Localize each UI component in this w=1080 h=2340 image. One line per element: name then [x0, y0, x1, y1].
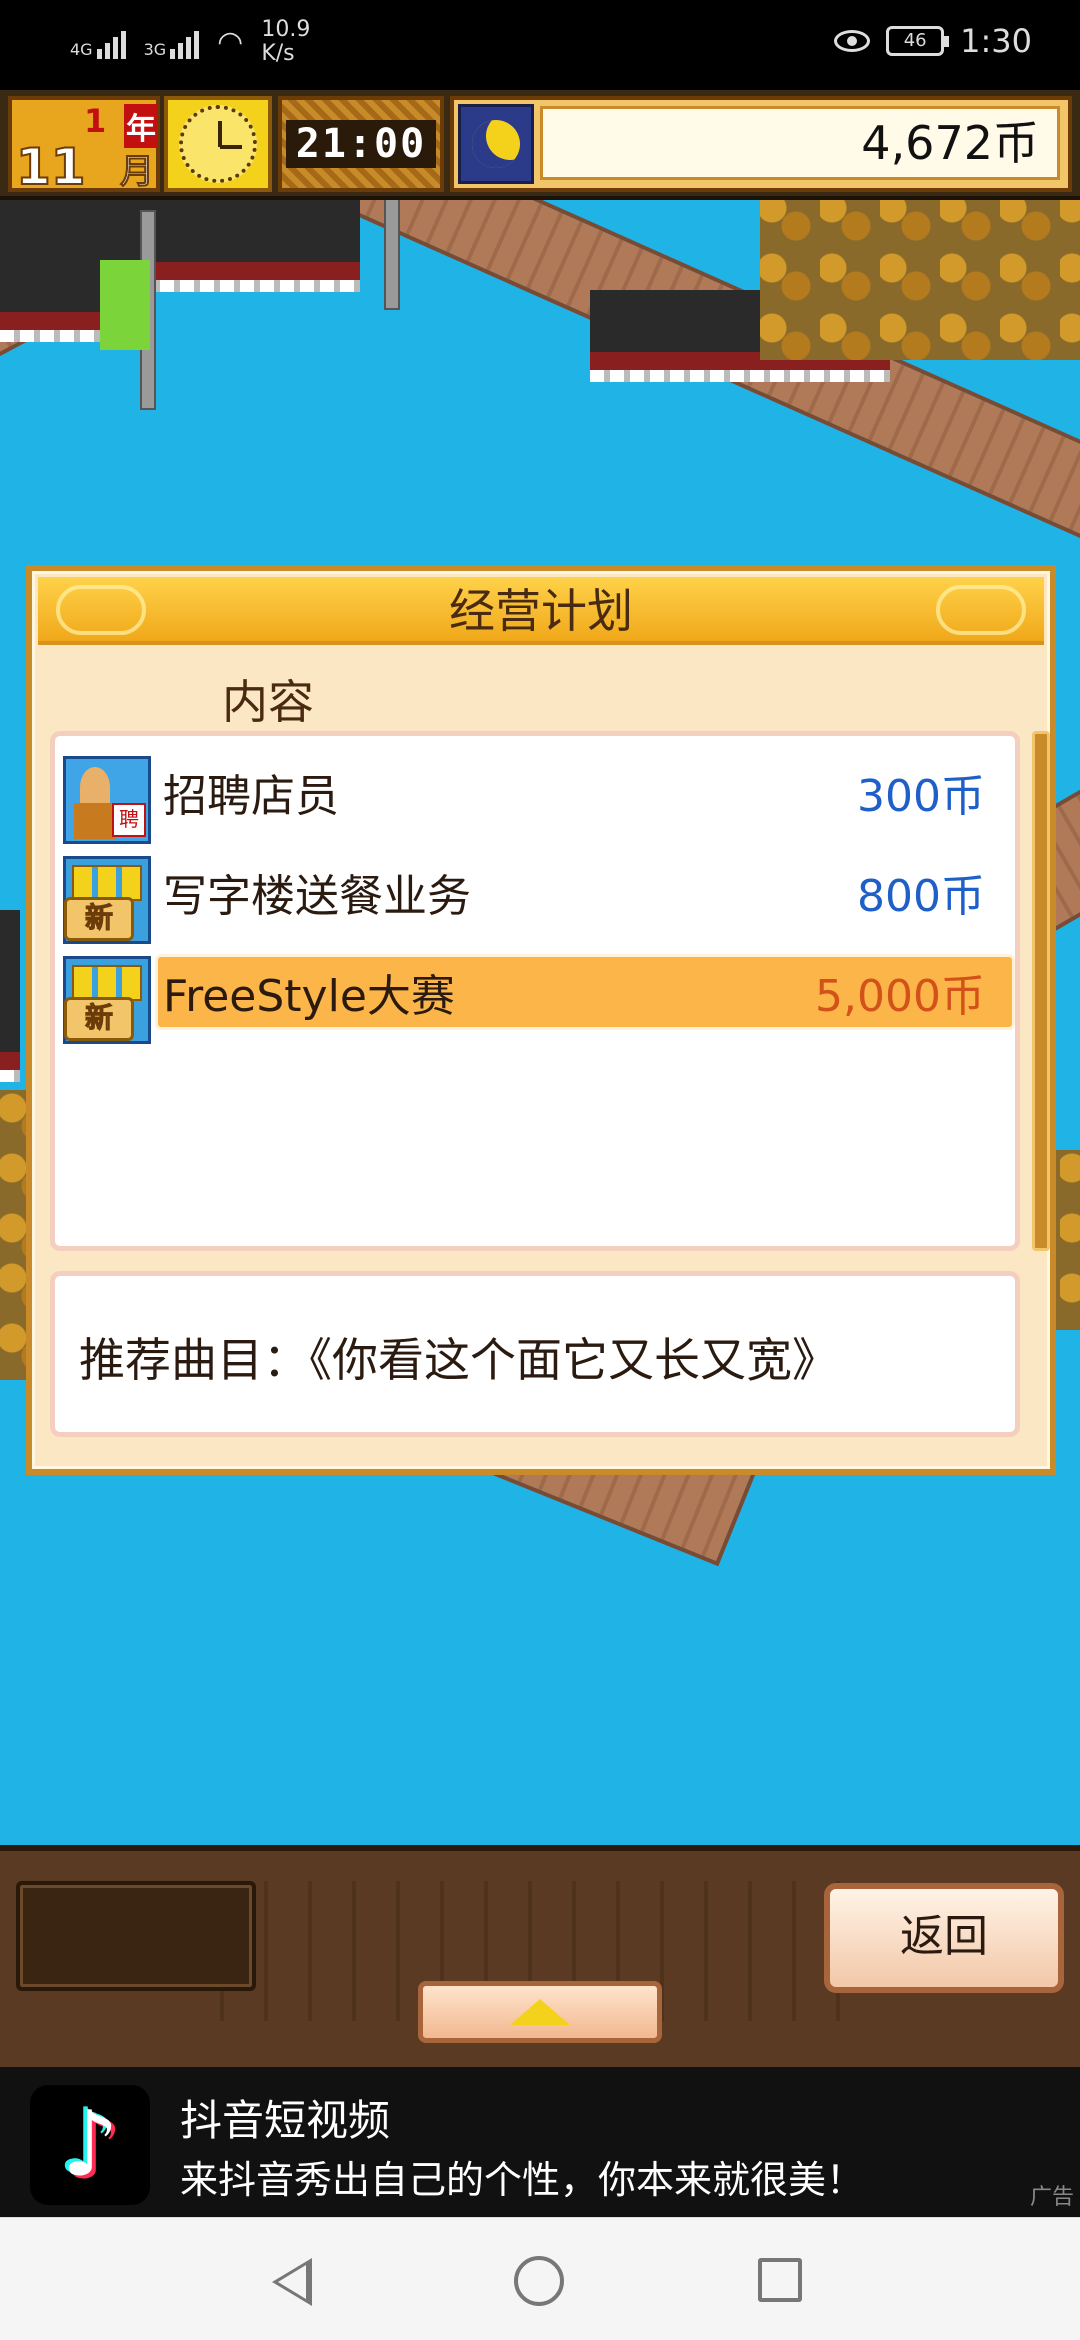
hour-hand — [218, 121, 222, 147]
signal-icon — [170, 25, 200, 59]
year-number: 1 — [84, 102, 107, 140]
nav-home-icon[interactable] — [514, 2256, 564, 2306]
clock-face — [179, 105, 257, 183]
signal-4g: 4G — [70, 25, 126, 59]
ad-app-name[interactable]: 抖音短视频 — [180, 2087, 390, 2148]
month-label: 月 — [120, 152, 155, 193]
arrows-icon — [72, 965, 142, 1001]
month-number: 11 — [15, 137, 87, 197]
recommendation-box: 推荐曲目：《你看这个面它又长又宽》 — [50, 1271, 1020, 1437]
year-label: 年 — [124, 104, 158, 148]
signal-3g: 3G — [144, 25, 200, 59]
item-label: 招聘店员 — [163, 771, 339, 822]
list-item[interactable]: 新 写字楼送餐业务 800币 — [55, 846, 1015, 944]
item-label: 写字楼送餐业务 — [163, 871, 471, 922]
list-item[interactable]: 聘 招聘店员 300币 — [55, 746, 1015, 844]
status-right: 46 1:30 — [834, 22, 1032, 60]
signal-icon — [96, 25, 126, 59]
new-badge: 新 — [64, 997, 134, 1041]
battery-icon: 46 — [886, 26, 950, 56]
status-bar: 4G 3G ◠ 10.9 K/s 46 1:30 — [0, 0, 1080, 90]
empty-slot — [16, 1881, 256, 1991]
item-price: 300币 — [857, 771, 985, 822]
column-header: 内容 — [222, 675, 314, 729]
upgrade-arrows-icon: 新 — [63, 856, 151, 944]
back-button[interactable]: 返回 — [824, 1883, 1064, 1993]
network-type-1: 4G — [70, 40, 93, 59]
top-hud: 1 年 11 月 21:00 4,672币 — [0, 90, 1080, 200]
bottom-bar: 返回 — [0, 1845, 1080, 2067]
clock-icon — [164, 96, 272, 192]
net-speed: 10.9 K/s — [261, 18, 310, 66]
calendar-panel: 1 年 11 月 — [8, 96, 160, 197]
eye-icon — [834, 30, 871, 52]
building — [0, 910, 20, 1082]
recommendation-text: 推荐曲目：《你看这个面它又长又宽》 — [79, 1333, 838, 1387]
list-scrollbar[interactable] — [1032, 731, 1050, 1251]
item-label: FreeStyle大赛 — [163, 971, 455, 1022]
dialog-title: 经营计划 — [449, 584, 633, 638]
status-left: 4G 3G ◠ 10.9 K/s — [70, 18, 310, 66]
item-price: 5,000币 — [815, 971, 985, 1022]
list-item-selected[interactable]: 新 FreeStyle大赛 5,000币 — [55, 946, 1015, 1044]
system-nav-bar — [0, 2217, 1080, 2340]
dialog-header: 经营计划 — [38, 577, 1044, 645]
ad-banner[interactable]: ♪ 抖音短视频 来抖音秀出自己的个性，你本来就很美！ 广告 — [0, 2067, 1080, 2217]
nav-recent-apps-icon[interactable] — [758, 2258, 802, 2302]
time-panel: 21:00 — [278, 96, 444, 192]
business-plan-dialog: 经营计划 内容 聘 招聘店员 300币 新 写字楼送餐业务 800币 新 Fre… — [26, 565, 1056, 1475]
app-root: 4G 3G ◠ 10.9 K/s 46 1:30 1 年 11 月 21:00 … — [0, 0, 1080, 2340]
ad-description[interactable]: 来抖音秀出自己的个性，你本来就很美！ — [180, 2149, 864, 2204]
new-badge: 新 — [64, 897, 134, 941]
tiktok-logo-icon[interactable]: ♪ — [30, 2085, 150, 2205]
money-value: 4,672币 — [540, 106, 1060, 180]
expand-menu-button[interactable] — [418, 1981, 662, 2043]
wifi-icon: ◠ — [217, 24, 244, 60]
ad-label: 广告 — [1029, 2185, 1074, 2210]
upgrade-arrows-icon: 新 — [63, 956, 151, 1044]
recruit-tag: 聘 — [112, 803, 146, 837]
network-type-2: 3G — [143, 40, 167, 59]
grass-patch — [100, 260, 150, 350]
moon-icon — [458, 104, 534, 184]
person-icon — [74, 767, 116, 839]
arrows-icon — [72, 865, 142, 901]
plan-list[interactable]: 聘 招聘店员 300币 新 写字楼送餐业务 800币 新 FreeStyle大赛… — [50, 731, 1020, 1251]
recruit-staff-icon: 聘 — [63, 756, 151, 844]
speed-value: 10.9 — [261, 17, 311, 42]
money-panel: 4,672币 — [450, 96, 1072, 192]
speed-unit: K/s — [261, 41, 295, 66]
item-price: 800币 — [857, 871, 985, 922]
nav-back-icon[interactable] — [272, 2258, 312, 2306]
minute-hand — [220, 145, 242, 149]
clock-time: 1:30 — [960, 22, 1032, 60]
triangle-up-icon — [510, 1999, 570, 2025]
game-time: 21:00 — [286, 120, 436, 168]
